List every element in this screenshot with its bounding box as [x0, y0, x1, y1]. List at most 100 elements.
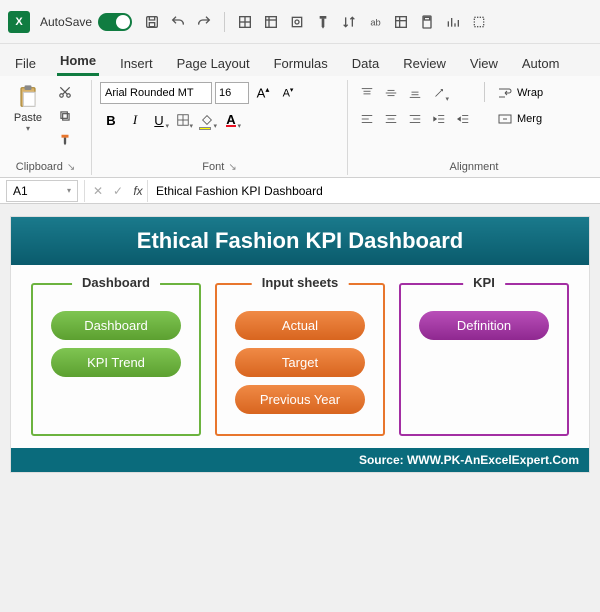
divider: [484, 82, 485, 102]
underline-button[interactable]: U▾: [148, 109, 170, 131]
borders-button[interactable]: ▾: [172, 109, 194, 131]
autosave-label: AutoSave: [40, 15, 92, 29]
orientation-icon: [432, 86, 446, 100]
formula-input[interactable]: [147, 180, 600, 202]
copy-button[interactable]: [54, 106, 76, 126]
svg-text:ab: ab: [370, 17, 380, 27]
font-size-input[interactable]: [215, 82, 249, 104]
clipboard-launcher[interactable]: ↘: [67, 162, 75, 173]
align-middle-icon: [384, 86, 398, 100]
align-middle-button[interactable]: [380, 82, 402, 104]
border-icon: [176, 113, 190, 127]
paste-label: Paste: [14, 112, 42, 124]
ribbon-tabs: File Home Insert Page Layout Formulas Da…: [0, 44, 600, 76]
italic-button[interactable]: I: [124, 109, 146, 131]
align-bottom-button[interactable]: [404, 82, 426, 104]
tab-view[interactable]: View: [467, 51, 501, 76]
panel-input-title: Input sheets: [252, 275, 349, 290]
panel-kpi-title: KPI: [463, 275, 505, 290]
align-right-button[interactable]: [404, 108, 426, 130]
panel-input-sheets: Input sheets Actual Target Previous Year: [215, 283, 385, 436]
pill-target[interactable]: Target: [235, 348, 365, 377]
ribbon-group-alignment: ▾ Wrap Merg Alignment: [348, 80, 600, 175]
name-box[interactable]: A1▾: [6, 180, 78, 202]
clipboard-group-label: Clipboard: [16, 161, 63, 173]
confirm-formula-button[interactable]: ✓: [109, 180, 127, 202]
tab-file[interactable]: File: [12, 51, 39, 76]
pill-actual[interactable]: Actual: [235, 311, 365, 340]
align-bottom-icon: [408, 86, 422, 100]
decrease-indent-button[interactable]: [428, 108, 450, 130]
calculator-icon[interactable]: [417, 12, 437, 32]
bucket-icon: [200, 113, 214, 127]
pill-definition[interactable]: Definition: [419, 311, 549, 340]
excel-app-icon: X: [8, 11, 30, 33]
insert-function-button[interactable]: fx: [129, 180, 147, 202]
ribbon: Paste ▾ Clipboard ↘ A▴ A▾ B I U▾ ▾: [0, 76, 600, 178]
save-icon[interactable]: [142, 12, 162, 32]
align-center-icon: [384, 112, 398, 126]
tab-automate[interactable]: Autom: [519, 51, 563, 76]
wrap-icon: [497, 85, 513, 101]
chart-icon[interactable]: [443, 12, 463, 32]
orientation-button[interactable]: ▾: [428, 82, 450, 104]
font-color-button[interactable]: A▾: [220, 109, 242, 131]
align-right-icon: [408, 112, 422, 126]
panel-dashboard: Dashboard Dashboard KPI Trend: [31, 283, 201, 436]
table-icon[interactable]: [391, 12, 411, 32]
macro-icon[interactable]: [287, 12, 307, 32]
dashboard-title: Ethical Fashion KPI Dashboard: [11, 217, 589, 265]
format-painter-button[interactable]: [54, 130, 76, 150]
clipboard-icon: [14, 82, 42, 112]
align-top-icon: [360, 86, 374, 100]
scissors-icon: [58, 85, 72, 99]
freeze-icon[interactable]: [261, 12, 281, 32]
wrap-text-button[interactable]: Wrap: [495, 82, 545, 104]
tab-page-layout[interactable]: Page Layout: [174, 51, 253, 76]
pill-previous-year[interactable]: Previous Year: [235, 385, 365, 414]
tab-home[interactable]: Home: [57, 48, 99, 76]
cut-button[interactable]: [54, 82, 76, 102]
ribbon-group-font: A▴ A▾ B I U▾ ▾ ▾ A▾ Font ↘: [92, 80, 348, 175]
align-top-button[interactable]: [356, 82, 378, 104]
dashboard-card: Ethical Fashion KPI Dashboard Dashboard …: [10, 216, 590, 473]
bold-button[interactable]: B: [100, 109, 122, 131]
dashboard-source: Source: WWW.PK-AnExcelExpert.Com: [11, 448, 589, 472]
borders-icon[interactable]: [235, 12, 255, 32]
dec-indent-icon: [432, 112, 446, 126]
tab-review[interactable]: Review: [400, 51, 449, 76]
font-launcher[interactable]: ↘: [228, 162, 236, 173]
print-area-icon[interactable]: [469, 12, 489, 32]
pill-kpi-trend[interactable]: KPI Trend: [51, 348, 181, 377]
sort-icon[interactable]: [339, 12, 359, 32]
tab-data[interactable]: Data: [349, 51, 382, 76]
tab-formulas[interactable]: Formulas: [271, 51, 331, 76]
align-left-button[interactable]: [356, 108, 378, 130]
divider: [224, 12, 225, 32]
increase-font-button[interactable]: A▴: [252, 82, 274, 104]
paste-button[interactable]: Paste ▾: [8, 82, 48, 133]
paintbrush-icon: [58, 133, 72, 147]
panel-dashboard-title: Dashboard: [72, 275, 160, 290]
redo-icon[interactable]: [194, 12, 214, 32]
font-group-label: Font: [202, 161, 224, 173]
decrease-font-button[interactable]: A▾: [277, 82, 299, 104]
undo-icon[interactable]: [168, 12, 188, 32]
title-bar: X AutoSave ab: [0, 0, 600, 44]
merge-center-button[interactable]: Merg: [495, 108, 545, 130]
fill-color-button[interactable]: ▾: [196, 109, 218, 131]
ribbon-group-clipboard: Paste ▾ Clipboard ↘: [0, 80, 92, 175]
text-icon[interactable]: ab: [365, 12, 385, 32]
alignment-group-label: Alignment: [450, 161, 499, 173]
align-left-icon: [360, 112, 374, 126]
pill-dashboard[interactable]: Dashboard: [51, 311, 181, 340]
merge-icon: [497, 111, 513, 127]
autosave-toggle[interactable]: [98, 13, 132, 31]
cancel-formula-button[interactable]: ✕: [89, 180, 107, 202]
increase-indent-button[interactable]: [452, 108, 474, 130]
tab-insert[interactable]: Insert: [117, 51, 156, 76]
inc-indent-icon: [456, 112, 470, 126]
font-name-input[interactable]: [100, 82, 212, 104]
align-center-button[interactable]: [380, 108, 402, 130]
format-painter-icon[interactable]: [313, 12, 333, 32]
